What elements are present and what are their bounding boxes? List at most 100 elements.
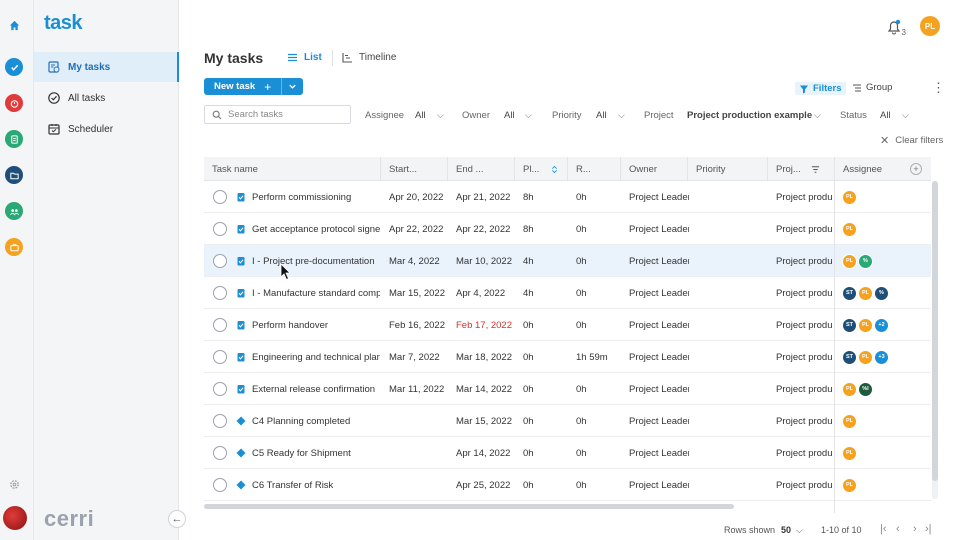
assignee-avatar[interactable]: %I (858, 381, 873, 397)
assignee-avatars[interactable]: PL (842, 213, 858, 245)
table-row[interactable]: Engineering and technical planning Mar 7,… (204, 341, 931, 373)
column-header-planned[interactable]: Pl... (515, 157, 568, 181)
sidebar-item-scheduler[interactable]: Scheduler (34, 114, 179, 144)
tab-timeline[interactable]: Timeline (342, 52, 396, 63)
complete-task-checkbox[interactable] (213, 190, 227, 204)
assignee-avatar[interactable]: PL (842, 477, 857, 493)
first-page-button[interactable]: |‹ (880, 523, 887, 535)
home-icon[interactable] (5, 16, 23, 34)
project-filter-select[interactable]: Project production example (687, 110, 812, 121)
sort-icon[interactable] (551, 165, 558, 174)
assignee-avatars[interactable]: PL% (842, 245, 874, 277)
complete-task-checkbox[interactable] (213, 382, 227, 396)
chevron-down-icon[interactable]: ⌵ (618, 110, 625, 121)
chevron-down-icon[interactable]: ⌵ (814, 110, 821, 121)
complete-task-checkbox[interactable] (213, 414, 227, 428)
group-button[interactable]: Group (852, 82, 892, 93)
chevron-down-icon[interactable]: ⌵ (796, 525, 803, 536)
column-header-start[interactable]: Start... (381, 157, 448, 181)
assignee-avatars[interactable]: ST PL% (842, 277, 890, 309)
vertical-scrollbar[interactable] (932, 181, 938, 499)
task-name[interactable]: Perform handover (252, 309, 380, 341)
assignee-avatars[interactable]: ST PL +3 (842, 341, 890, 373)
assignee-avatars[interactable]: PL (842, 405, 858, 437)
assignee-avatar[interactable]: PL (842, 253, 857, 269)
filter-lines-icon[interactable] (811, 165, 820, 174)
scrollbar-thumb[interactable] (932, 181, 938, 481)
complete-task-checkbox[interactable] (213, 478, 227, 492)
column-header-task-name[interactable]: Task name (204, 157, 381, 181)
assignee-avatar[interactable]: +3 (874, 349, 889, 365)
horizontal-scrollbar[interactable] (204, 504, 734, 509)
assignee-avatars[interactable]: PL (842, 181, 858, 213)
assignee-avatar[interactable]: PL (858, 317, 873, 333)
table-row[interactable]: I - Manufacture standard components Mar 1… (204, 277, 931, 309)
task-name[interactable]: C5 Ready for Shipment (252, 437, 380, 469)
document-icon[interactable] (5, 130, 23, 148)
task-name[interactable]: I - Project pre-documentation (252, 245, 380, 277)
complete-task-checkbox[interactable] (213, 286, 227, 300)
task-name[interactable]: External release confirmation (252, 373, 380, 405)
assignee-avatars[interactable]: PL %I (842, 373, 874, 405)
next-page-button[interactable]: › (913, 523, 917, 535)
assignee-avatar[interactable]: PL (842, 445, 857, 461)
column-header-priority[interactable]: Priority (688, 157, 768, 181)
assignee-avatar[interactable]: ST (842, 285, 857, 301)
task-name[interactable]: Perform commissioning (252, 181, 380, 213)
assignee-avatars[interactable]: ST PL +2 (842, 309, 890, 341)
complete-task-checkbox[interactable] (213, 446, 227, 460)
status-filter-select[interactable]: All (880, 110, 891, 121)
table-row[interactable]: I - Project pre-documentation Mar 4, 2022… (204, 245, 931, 277)
chevron-down-icon[interactable]: ⌵ (437, 110, 444, 121)
assignee-avatar[interactable]: % (858, 253, 873, 269)
table-row[interactable]: External release confirmation Mar 11, 202… (204, 373, 931, 405)
user-avatar-rail[interactable] (3, 506, 27, 530)
priority-filter-select[interactable]: All (596, 110, 607, 121)
assignee-avatar[interactable]: ST (842, 317, 857, 333)
assignee-avatar[interactable]: PL (842, 189, 857, 205)
assignee-avatar[interactable]: PL (858, 349, 873, 365)
complete-task-checkbox[interactable] (213, 350, 227, 364)
briefcase-icon[interactable] (5, 238, 23, 256)
check-circle-icon[interactable] (5, 58, 23, 76)
assignee-avatar[interactable]: PL (858, 285, 873, 301)
task-name[interactable]: Engineering and technical planning (252, 341, 380, 373)
new-task-label[interactable]: New task + (204, 80, 281, 94)
team-icon[interactable] (5, 202, 23, 220)
rows-shown-select[interactable]: 50 (781, 525, 791, 535)
table-row[interactable]: Perform commissioning Apr 20, 2022 Apr 21,… (204, 181, 931, 213)
assignee-avatars[interactable]: PL (842, 469, 858, 501)
assignee-filter-select[interactable]: All (415, 110, 426, 121)
task-name[interactable]: I - Manufacture standard components (252, 277, 380, 309)
owner-filter-select[interactable]: All (504, 110, 515, 121)
timer-icon[interactable] (5, 94, 23, 112)
assignee-avatar[interactable]: PL (842, 381, 857, 397)
new-task-dropdown[interactable] (281, 78, 303, 95)
sidebar-item-my-tasks[interactable]: My tasks (34, 52, 179, 82)
assignee-avatar[interactable]: PL (842, 221, 857, 237)
column-header-project[interactable]: Proj... (768, 157, 835, 181)
more-options-icon[interactable]: ⋮ (932, 81, 945, 94)
table-row[interactable]: C4 Planning completed Mar 15, 2022 0h 0h Pro… (204, 405, 931, 437)
assignee-avatar[interactable]: PL (842, 413, 857, 429)
user-avatar[interactable]: PL (920, 16, 940, 36)
chevron-down-icon[interactable]: ⌵ (525, 110, 532, 121)
table-row[interactable]: Perform handover Feb 16, 2022 Feb 17, 2022… (204, 309, 931, 341)
complete-task-checkbox[interactable] (213, 254, 227, 268)
complete-task-checkbox[interactable] (213, 318, 227, 332)
last-page-button[interactable]: ›| (925, 523, 932, 535)
prev-page-button[interactable]: ‹ (896, 523, 900, 535)
search-input[interactable] (228, 109, 338, 120)
clear-filters-button[interactable]: ✕ Clear filters (880, 134, 943, 147)
task-name[interactable]: C6 Transfer of Risk (252, 469, 380, 501)
assignee-avatar[interactable]: ST (842, 349, 857, 365)
assignee-avatar[interactable]: +2 (874, 317, 889, 333)
assignee-avatars[interactable]: PL (842, 437, 858, 469)
filters-button[interactable]: Filters (795, 82, 846, 95)
task-name[interactable]: Get acceptance protocol signed (252, 213, 380, 245)
search-field[interactable] (204, 105, 351, 124)
complete-task-checkbox[interactable] (213, 222, 227, 236)
add-column-button[interactable]: + (910, 163, 922, 175)
sidebar-item-all-tasks[interactable]: All tasks (34, 83, 179, 113)
table-row[interactable]: C6 Transfer of Risk Apr 25, 2022 0h 0h Proje… (204, 469, 931, 501)
